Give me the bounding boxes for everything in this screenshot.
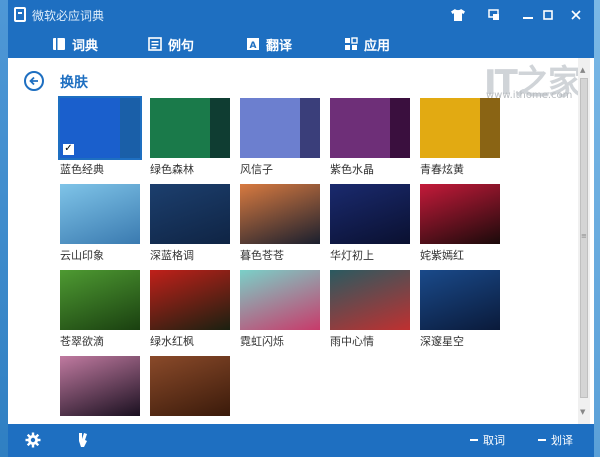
skin-label: 华灯初上 <box>330 249 374 262</box>
word-pick-toggle[interactable]: 取词 <box>470 432 505 448</box>
scroll-grip-icon: ≡ <box>581 232 587 240</box>
skin-label: 云山印象 <box>60 249 104 262</box>
close-icon[interactable] <box>560 0 592 30</box>
skin-tile[interactable]: 云山印象 <box>60 184 140 262</box>
skin-preview[interactable] <box>420 98 500 158</box>
skin-label: 蓝色经典 <box>60 163 104 176</box>
skin-tile[interactable]: 青春炫黄 <box>420 98 500 176</box>
skin-label: 风信子 <box>240 163 273 176</box>
nav-translate-label: 翻译 <box>266 38 293 54</box>
skin-label: 深蓝格调 <box>150 249 194 262</box>
skin-preview[interactable] <box>330 184 410 244</box>
toggle-dash-icon <box>470 439 478 441</box>
skin-label: 青春炫黄 <box>420 163 464 176</box>
nav-apps[interactable]: 应用 <box>344 35 391 54</box>
skin-preview[interactable] <box>420 184 500 244</box>
vertical-scrollbar[interactable]: ▲ ≡ ▼ <box>578 58 590 424</box>
skin-tile[interactable]: 风信子 <box>240 98 320 176</box>
skin-tile[interactable]: 暮色苍苍 <box>240 184 320 262</box>
skin-preview[interactable] <box>60 184 140 244</box>
skin-tile[interactable] <box>60 356 140 416</box>
skin-tile[interactable]: 霓虹闪烁 <box>240 270 320 348</box>
scroll-up-arrow-icon[interactable]: ▲ <box>580 66 585 74</box>
skin-preview[interactable] <box>420 270 500 330</box>
svg-text:A: A <box>250 41 257 51</box>
skin-tile[interactable]: 深蓝格调 <box>150 184 230 262</box>
skin-label: 绿水红枫 <box>150 335 194 348</box>
mini-mode-icon[interactable] <box>478 0 510 30</box>
skin-preview[interactable] <box>60 356 140 416</box>
skin-tile[interactable]: 雨中心情 <box>330 270 410 348</box>
nav-dictionary-label: 词典 <box>72 38 99 54</box>
skin-tile[interactable]: 紫色水晶 <box>330 98 410 176</box>
nav-apps-label: 应用 <box>364 38 391 54</box>
skin-tile[interactable]: 姹紫嫣红 <box>420 184 500 262</box>
skin-label: 雨中心情 <box>330 335 374 348</box>
back-arrow-icon[interactable] <box>24 71 44 91</box>
translate-icon: A <box>246 37 260 51</box>
skin-label: 苍翠欲滴 <box>60 335 104 348</box>
nav-translate[interactable]: A 翻译 <box>246 35 293 54</box>
skin-preview[interactable] <box>150 98 230 158</box>
skin-preview[interactable] <box>330 270 410 330</box>
selected-frame <box>58 96 142 160</box>
skin-preview[interactable] <box>150 270 230 330</box>
main-nav: 词典 例句 A 翻译 应用 <box>8 30 594 58</box>
book-icon <box>52 37 66 51</box>
nav-dictionary[interactable]: 词典 <box>52 35 99 54</box>
skin-tile[interactable]: ✓ 蓝色经典 <box>58 96 142 176</box>
word-pick-label: 取词 <box>483 434 505 447</box>
skin-tile[interactable]: 深邃星空 <box>420 270 500 348</box>
page-title: 换肤 <box>60 75 88 91</box>
app-logo-icon <box>14 7 26 22</box>
window-title: 微软必应词典 <box>32 9 105 23</box>
skin-tile[interactable] <box>150 356 230 416</box>
skin-preview[interactable] <box>240 184 320 244</box>
skin-tile[interactable]: 绿水红枫 <box>150 270 230 348</box>
brush-icon[interactable] <box>74 431 92 449</box>
skin-preview[interactable] <box>150 356 230 416</box>
skin-preview[interactable] <box>240 270 320 330</box>
nav-sentences[interactable]: 例句 <box>148 35 195 54</box>
skin-preview[interactable] <box>150 184 230 244</box>
skin-preview[interactable] <box>60 270 140 330</box>
skin-tile[interactable]: 绿色森林 <box>150 98 230 176</box>
desktop-edge-left <box>0 0 8 457</box>
sentences-icon <box>148 37 162 51</box>
nav-sentences-label: 例句 <box>168 38 195 54</box>
select-translate-label: 划译 <box>551 434 573 447</box>
skin-label: 霓虹闪烁 <box>240 335 284 348</box>
toggle-dash-icon <box>538 439 546 441</box>
apps-icon <box>344 37 358 51</box>
skin-preview[interactable] <box>240 98 320 158</box>
bottom-bar: 取词 划译 <box>8 424 594 457</box>
scroll-down-arrow-icon[interactable]: ▼ <box>580 408 585 416</box>
desktop-edge-right <box>594 0 600 457</box>
skin-label: 暮色苍苍 <box>240 249 284 262</box>
title-bar: 微软必应词典 <box>8 0 594 30</box>
skin-tile[interactable]: 苍翠欲滴 <box>60 270 140 348</box>
gear-icon[interactable] <box>24 431 42 449</box>
select-translate-toggle[interactable]: 划译 <box>538 432 573 448</box>
skin-tile[interactable]: 华灯初上 <box>330 184 410 262</box>
skin-label: 姹紫嫣红 <box>420 249 464 262</box>
skin-shirt-icon[interactable] <box>442 0 474 30</box>
skin-label: 绿色森林 <box>150 163 194 176</box>
skin-preview[interactable] <box>330 98 410 158</box>
app-window: 微软必应词典 词典 例句 A 翻译 应用 换肤 IT之家 www.ithome.… <box>8 0 594 457</box>
skin-label: 紫色水晶 <box>330 163 374 176</box>
skin-label: 深邃星空 <box>420 335 464 348</box>
